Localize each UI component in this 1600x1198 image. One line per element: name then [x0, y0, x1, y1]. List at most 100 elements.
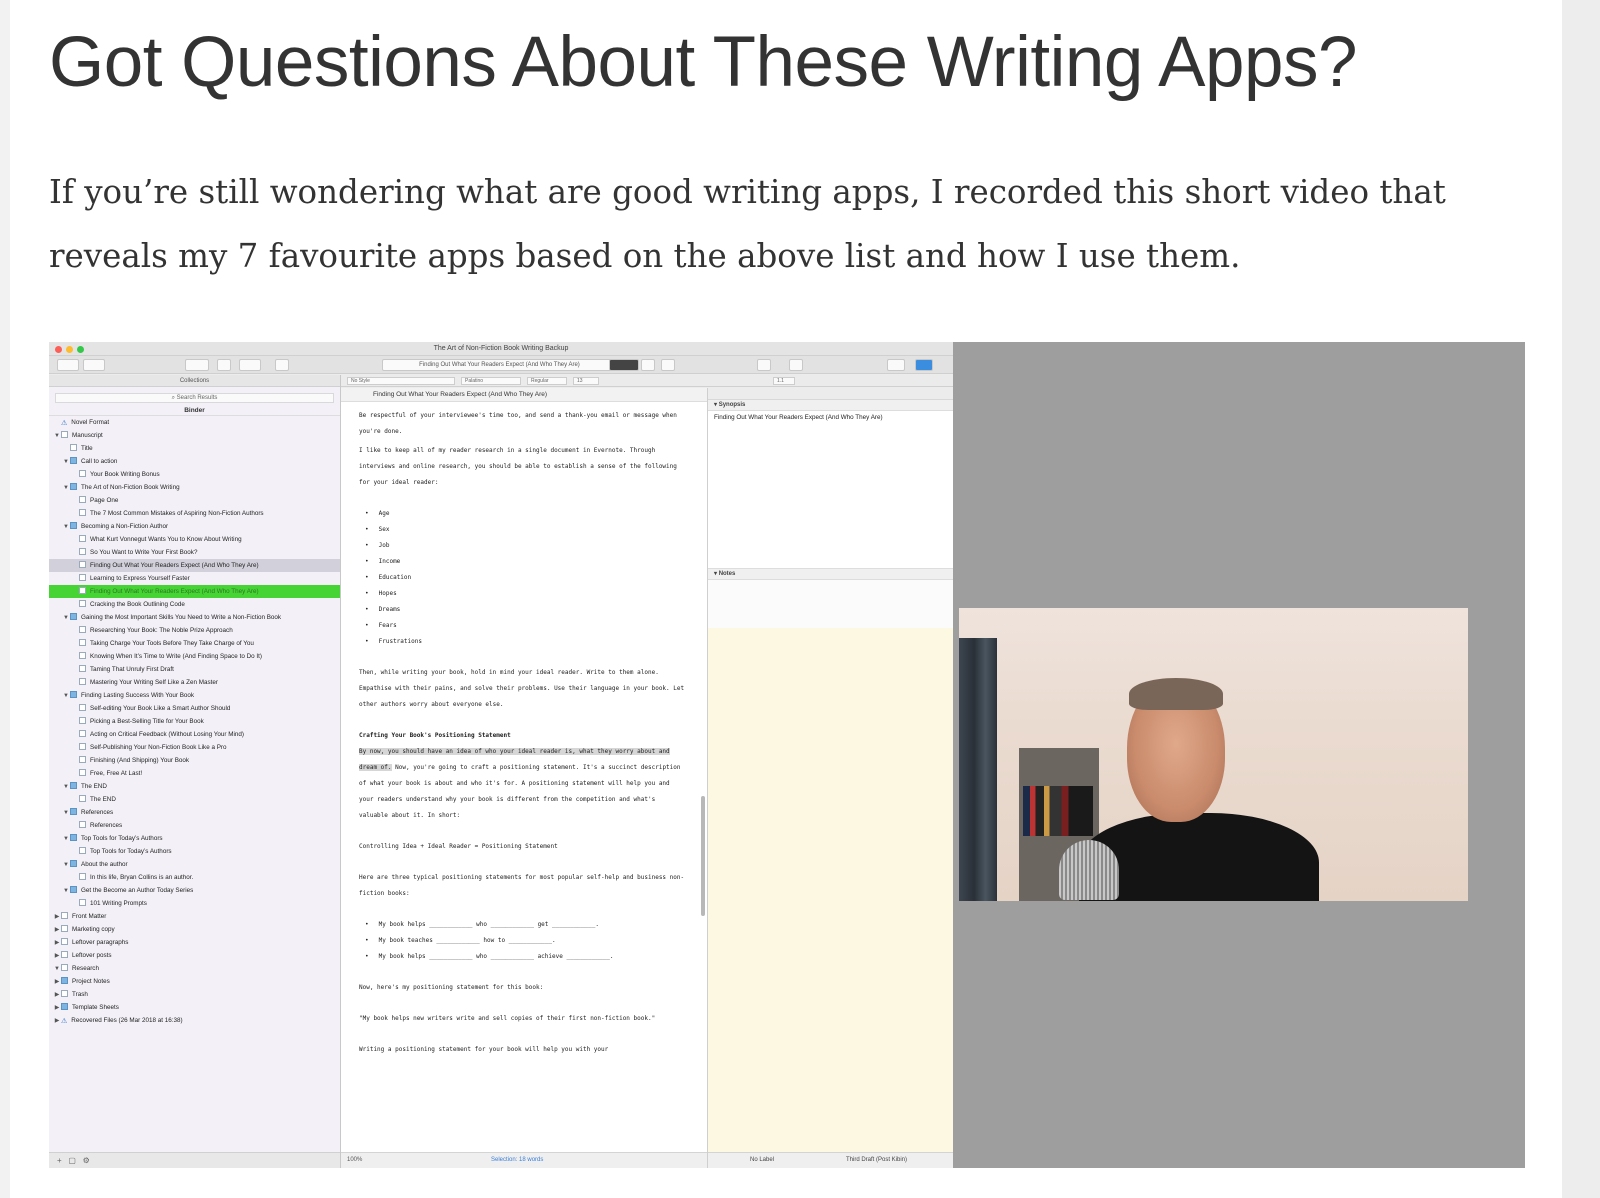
outline-button[interactable] [661, 359, 675, 371]
binder-item[interactable]: Cracking the Book Outlining Code [49, 598, 340, 611]
status-select[interactable]: Third Draft (Post Kibin) [846, 1153, 907, 1168]
add-button[interactable] [185, 359, 209, 371]
binder-item[interactable]: ▼ Becoming a Non-Fiction Author [49, 520, 340, 533]
binder-item[interactable]: ▼ The END [49, 780, 340, 793]
binder-item[interactable]: Finding Out What Your Readers Expect (An… [49, 559, 340, 572]
zoom-select[interactable]: 100% [347, 1153, 362, 1168]
binder-item[interactable]: ▶ Marketing copy [49, 923, 340, 936]
binder-item[interactable]: Taming That Unruly First Draft [49, 663, 340, 676]
microphone [1059, 840, 1119, 900]
binder-item[interactable]: ▼ Get the Become an Author Today Series [49, 884, 340, 897]
binder-item[interactable]: Self-editing Your Book Like a Smart Auth… [49, 702, 340, 715]
inspector-tabs[interactable] [708, 388, 953, 400]
layout-button[interactable] [887, 359, 905, 371]
binder-item-label: Picking a Best-Selling Title for Your Bo… [90, 718, 204, 725]
books [1023, 786, 1093, 836]
binder-item[interactable]: Page One [49, 494, 340, 507]
synopsis-field[interactable]: Finding Out What Your Readers Expect (An… [708, 411, 953, 569]
trash-button[interactable] [217, 359, 231, 371]
editor-pane[interactable]: Finding Out What Your Readers Expect (An… [341, 388, 707, 1168]
document-icon [79, 847, 86, 854]
link-button[interactable] [239, 359, 261, 371]
binder-item[interactable]: ▼ Research [49, 962, 340, 975]
binder-item[interactable]: Finishing (And Shipping) Your Book [49, 754, 340, 767]
binder-item[interactable]: ▼ Call to action [49, 455, 340, 468]
search-button[interactable] [83, 359, 105, 371]
share-button[interactable] [757, 359, 771, 371]
binder-item[interactable]: ▼ Finding Lasting Success With Your Book [49, 689, 340, 702]
binder-item[interactable]: Top Tools for Today’s Authors [49, 845, 340, 858]
weight-select[interactable]: Regular [527, 377, 567, 385]
synopsis-header[interactable]: ▾ Synopsis [708, 400, 953, 411]
info-button[interactable] [915, 359, 933, 371]
binder-item[interactable]: ▶ Template Sheets [49, 1001, 340, 1014]
binder-item[interactable]: ▼ The Art of Non-Fiction Book Writing [49, 481, 340, 494]
binder-item[interactable]: ▶ Front Matter [49, 910, 340, 923]
video-player[interactable]: The Art of Non-Fiction Book Writing Back… [49, 342, 1525, 1168]
binder-item[interactable]: ⚠ Novel Format [49, 416, 340, 429]
notes-header[interactable]: ▾ Notes [708, 569, 953, 580]
binder-item[interactable]: References [49, 819, 340, 832]
binder-item[interactable]: Learning to Express Yourself Faster [49, 572, 340, 585]
binder-item[interactable]: Title [49, 442, 340, 455]
binder-item[interactable]: So You Want to Write Your First Book? [49, 546, 340, 559]
search-results-label: Search Results [176, 395, 218, 401]
binder-item[interactable]: Acting on Critical Feedback (Without Los… [49, 728, 340, 741]
binder-item[interactable]: ▶ Leftover posts [49, 949, 340, 962]
document-icon [61, 912, 68, 919]
binder-item[interactable]: ▼ About the author [49, 858, 340, 871]
editor-paragraph: Now, here's my positioning statement for… [359, 984, 544, 991]
binder-item[interactable]: Your Book Writing Bonus [49, 468, 340, 481]
notes-field[interactable] [708, 628, 953, 1152]
binder-item-label: Novel Format [71, 419, 110, 426]
binder-item[interactable]: Free, Free At Last! [49, 767, 340, 780]
binder-item[interactable]: Researching Your Book: The Noble Prize A… [49, 624, 340, 637]
binder-item[interactable]: In this life, Bryan Collins is an author… [49, 871, 340, 884]
document-title-field[interactable]: Finding Out What Your Readers Expect (An… [382, 359, 617, 371]
label-select[interactable]: No Label [750, 1153, 774, 1168]
document-icon [61, 951, 68, 958]
document-icon [61, 925, 68, 932]
binder-item[interactable]: ▶ Leftover paragraphs [49, 936, 340, 949]
binder-item[interactable]: ▼ Gaining the Most Important Skills You N… [49, 611, 340, 624]
binder-item[interactable]: ▼ Top Tools for Today’s Authors [49, 832, 340, 845]
folder-icon [70, 782, 77, 789]
binder-item[interactable]: ▼ References [49, 806, 340, 819]
binder-item[interactable]: Taking Charge Your Tools Before They Tak… [49, 637, 340, 650]
binder-item[interactable]: ▶ Trash [49, 988, 340, 1001]
spacing-select[interactable]: 1.1 [773, 377, 795, 385]
size-select[interactable]: 13 [573, 377, 599, 385]
bookmark-button[interactable] [789, 359, 803, 371]
binder-item[interactable]: 101 Writing Prompts [49, 897, 340, 910]
document-icon [79, 795, 86, 802]
search-results-field[interactable]: ⌕ Search Results [55, 393, 334, 403]
corkboard-button[interactable] [641, 359, 655, 371]
disclosure-icon[interactable]: ▶ [53, 1015, 61, 1028]
binder-item[interactable]: The END [49, 793, 340, 806]
binder-item[interactable]: Picking a Best-Selling Title for Your Bo… [49, 715, 340, 728]
binder-item[interactable]: ▼ Manuscript [49, 429, 340, 442]
binder-item[interactable]: Finding Out What Your Readers Expect (An… [49, 585, 340, 598]
editor-mode-button[interactable] [609, 359, 639, 371]
binder-item[interactable]: Mastering Your Writing Self Like a Zen M… [49, 676, 340, 689]
binder-item[interactable]: ▶ ⚠ Recovered Files (26 Mar 2018 at 16:38) [49, 1014, 340, 1027]
editor-text[interactable]: Be respectful of your interviewee's time… [341, 402, 707, 1058]
gear-icon[interactable]: ⚙ [83, 1156, 90, 1165]
font-select[interactable]: Palatino [461, 377, 521, 385]
binder-item[interactable]: What Kurt Vonnegut Wants You to Know Abo… [49, 533, 340, 546]
binder-item[interactable]: The 7 Most Common Mistakes of Aspiring N… [49, 507, 340, 520]
collections-header[interactable]: Collections [49, 375, 340, 387]
binder-item[interactable]: Self-Publishing Your Non-Fiction Book Li… [49, 741, 340, 754]
folder-icon [70, 522, 77, 529]
compose-button[interactable] [275, 359, 289, 371]
page-scrollbar[interactable] [1562, 0, 1600, 1198]
style-select[interactable]: No Style [347, 377, 455, 385]
editor-scrollbar[interactable] [701, 796, 705, 916]
view-toggle-button[interactable] [57, 359, 79, 371]
folder-add-icon[interactable]: ▢ [68, 1156, 76, 1165]
binder-item[interactable]: Knowing When It’s Time to Write (And Fin… [49, 650, 340, 663]
binder-item-label: Leftover posts [72, 952, 112, 959]
binder-item-label: What Kurt Vonnegut Wants You to Know Abo… [90, 536, 242, 543]
add-icon[interactable]: + [57, 1156, 62, 1165]
binder-item[interactable]: ▶ Project Notes [49, 975, 340, 988]
